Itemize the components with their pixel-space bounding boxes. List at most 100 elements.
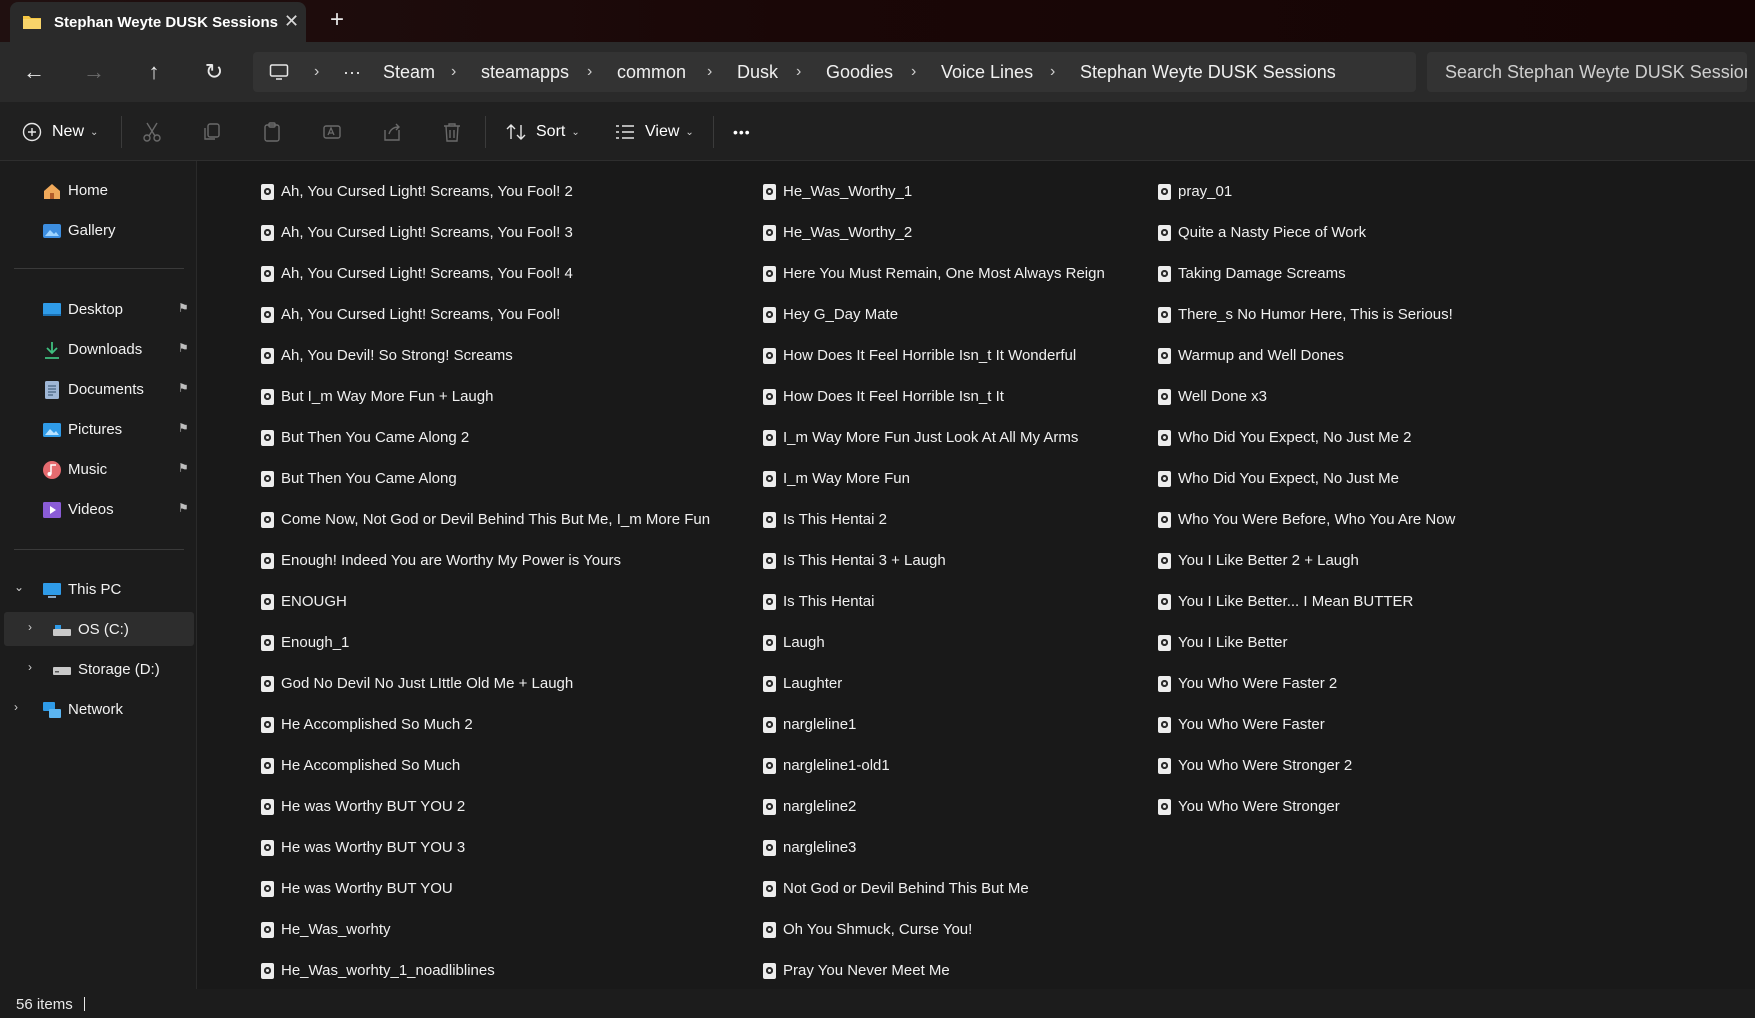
file-item[interactable]: nargleline1-old1 — [763, 745, 1105, 786]
pin-icon[interactable]: ⚑ — [178, 421, 189, 435]
file-item[interactable]: Here You Must Remain, One Most Always Re… — [763, 253, 1105, 294]
up-button[interactable]: ↑ — [138, 56, 170, 88]
breadcrumb-steamapps[interactable]: steamapps — [481, 62, 569, 82]
file-item[interactable]: Not God or Devil Behind This But Me — [763, 868, 1105, 909]
file-item[interactable]: Come Now, Not God or Devil Behind This B… — [261, 499, 710, 540]
file-item[interactable]: You I Like Better 2 + Laugh — [1158, 540, 1455, 581]
file-item[interactable]: He_Was_worhty — [261, 909, 710, 950]
close-tab-icon[interactable]: ✕ — [284, 12, 299, 30]
file-item[interactable]: pray_01 — [1158, 171, 1455, 212]
file-item[interactable]: Enough! Indeed You are Worthy My Power i… — [261, 540, 710, 581]
breadcrumb-separator[interactable]: › — [587, 62, 592, 82]
file-item[interactable]: Who You Were Before, Who You Are Now — [1158, 499, 1455, 540]
file-item[interactable]: You Who Were Faster 2 — [1158, 663, 1455, 704]
file-item[interactable]: Ah, You Cursed Light! Screams, You Fool!… — [261, 171, 710, 212]
file-item[interactable]: He Accomplished So Much — [261, 745, 710, 786]
file-item[interactable]: But Then You Came Along 2 — [261, 417, 710, 458]
file-item[interactable]: He_Was_Worthy_1 — [763, 171, 1105, 212]
view-button[interactable]: View ⌄ — [614, 118, 694, 146]
file-item[interactable]: Enough_1 — [261, 622, 710, 663]
file-item[interactable]: There_s No Humor Here, This is Serious! — [1158, 294, 1455, 335]
file-item[interactable]: He_Was_worhty_1_noadliblines — [261, 950, 710, 989]
file-item[interactable]: Is This Hentai — [763, 581, 1105, 622]
file-item[interactable]: He was Worthy BUT YOU 3 — [261, 827, 710, 868]
file-item[interactable]: How Does It Feel Horrible Isn_t It — [763, 376, 1105, 417]
paste-icon[interactable] — [261, 121, 283, 143]
sort-button[interactable]: Sort ⌄ — [505, 118, 580, 146]
file-item[interactable]: How Does It Feel Horrible Isn_t It Wonde… — [763, 335, 1105, 376]
file-item[interactable]: Ah, You Cursed Light! Screams, You Fool!… — [261, 212, 710, 253]
pin-icon[interactable]: ⚑ — [178, 341, 189, 355]
file-item[interactable]: But I_m Way More Fun + Laugh — [261, 376, 710, 417]
forward-button[interactable]: → — [78, 56, 110, 88]
file-item[interactable]: You Who Were Stronger 2 — [1158, 745, 1455, 786]
pin-icon[interactable]: ⚑ — [178, 501, 189, 515]
chevron-right-icon[interactable]: › — [28, 660, 32, 674]
rename-icon[interactable] — [321, 121, 343, 143]
file-item[interactable]: Laughter — [763, 663, 1105, 704]
file-item[interactable]: nargleline1 — [763, 704, 1105, 745]
file-item[interactable]: Oh You Shmuck, Curse You! — [763, 909, 1105, 950]
file-item[interactable]: Is This Hentai 3 + Laugh — [763, 540, 1105, 581]
file-item[interactable]: You I Like Better... I Mean BUTTER — [1158, 581, 1455, 622]
file-item[interactable]: Hey G_Day Mate — [763, 294, 1105, 335]
sidebar-item-documents[interactable]: Documents ⚑ — [4, 372, 194, 406]
file-item[interactable]: Warmup and Well Dones — [1158, 335, 1455, 376]
file-item[interactable]: Ah, You Cursed Light! Screams, You Fool!… — [261, 253, 710, 294]
sidebar-item-storage-d[interactable]: › Storage (D:) — [4, 652, 194, 686]
file-item[interactable]: Well Done x3 — [1158, 376, 1455, 417]
refresh-button[interactable]: ↻ — [198, 56, 230, 88]
breadcrumb-current-folder[interactable]: Stephan Weyte DUSK Sessions — [1080, 62, 1336, 82]
chevron-down-icon[interactable]: ⌄ — [14, 580, 24, 594]
file-item[interactable]: Laugh — [763, 622, 1105, 663]
pin-icon[interactable]: ⚑ — [178, 381, 189, 395]
new-tab-button[interactable]: + — [330, 8, 344, 32]
computer-icon[interactable] — [269, 62, 289, 82]
sidebar-item-this-pc[interactable]: ⌄ This PC — [4, 572, 194, 606]
breadcrumb-goodies[interactable]: Goodies — [826, 62, 893, 82]
sidebar-item-videos[interactable]: Videos ⚑ — [4, 492, 194, 526]
sidebar-item-desktop[interactable]: Desktop ⚑ — [4, 292, 194, 326]
delete-icon[interactable] — [441, 121, 463, 143]
file-item[interactable]: Taking Damage Screams — [1158, 253, 1455, 294]
file-item[interactable]: He was Worthy BUT YOU — [261, 868, 710, 909]
chevron-right-icon[interactable]: › — [14, 700, 18, 714]
back-button[interactable]: ← — [18, 56, 50, 88]
file-item[interactable]: Who Did You Expect, No Just Me — [1158, 458, 1455, 499]
breadcrumb-separator[interactable]: › — [1050, 62, 1055, 82]
sidebar-item-music[interactable]: Music ⚑ — [4, 452, 194, 486]
sidebar-item-gallery[interactable]: Gallery — [4, 213, 194, 247]
chevron-right-icon[interactable]: › — [28, 620, 32, 634]
sidebar-item-pictures[interactable]: Pictures ⚑ — [4, 412, 194, 446]
file-item[interactable]: Who Did You Expect, No Just Me 2 — [1158, 417, 1455, 458]
breadcrumb-separator[interactable]: › — [911, 62, 916, 82]
file-item[interactable]: Quite a Nasty Piece of Work — [1158, 212, 1455, 253]
file-item[interactable]: He Accomplished So Much 2 — [261, 704, 710, 745]
breadcrumb-separator[interactable]: › — [796, 62, 801, 82]
pin-icon[interactable]: ⚑ — [178, 461, 189, 475]
file-item[interactable]: nargleline3 — [763, 827, 1105, 868]
share-icon[interactable] — [381, 121, 403, 143]
sidebar-item-network[interactable]: › Network — [4, 692, 194, 726]
file-item[interactable]: You I Like Better — [1158, 622, 1455, 663]
sidebar-item-os-c[interactable]: › OS (C:) — [4, 612, 194, 646]
file-item[interactable]: But Then You Came Along — [261, 458, 710, 499]
breadcrumb-common[interactable]: common — [617, 62, 686, 82]
pin-icon[interactable]: ⚑ — [178, 301, 189, 315]
file-item[interactable]: You Who Were Faster — [1158, 704, 1455, 745]
file-item[interactable]: God No Devil No Just LIttle Old Me + Lau… — [261, 663, 710, 704]
cut-icon[interactable] — [141, 121, 163, 143]
file-item[interactable]: I_m Way More Fun — [763, 458, 1105, 499]
breadcrumb-separator[interactable]: › — [707, 62, 712, 82]
breadcrumb-steam[interactable]: Steam — [383, 62, 435, 82]
sidebar-item-downloads[interactable]: Downloads ⚑ — [4, 332, 194, 366]
search-box[interactable] — [1427, 52, 1747, 92]
file-item[interactable]: He_Was_Worthy_2 — [763, 212, 1105, 253]
more-options-button[interactable]: ••• — [733, 118, 751, 146]
breadcrumb-voice-lines[interactable]: Voice Lines — [941, 62, 1033, 82]
file-item[interactable]: nargleline2 — [763, 786, 1105, 827]
file-item[interactable]: He was Worthy BUT YOU 2 — [261, 786, 710, 827]
file-item[interactable]: Is This Hentai 2 — [763, 499, 1105, 540]
sidebar-item-home[interactable]: Home — [4, 173, 194, 207]
breadcrumb-separator[interactable]: › — [314, 62, 319, 82]
